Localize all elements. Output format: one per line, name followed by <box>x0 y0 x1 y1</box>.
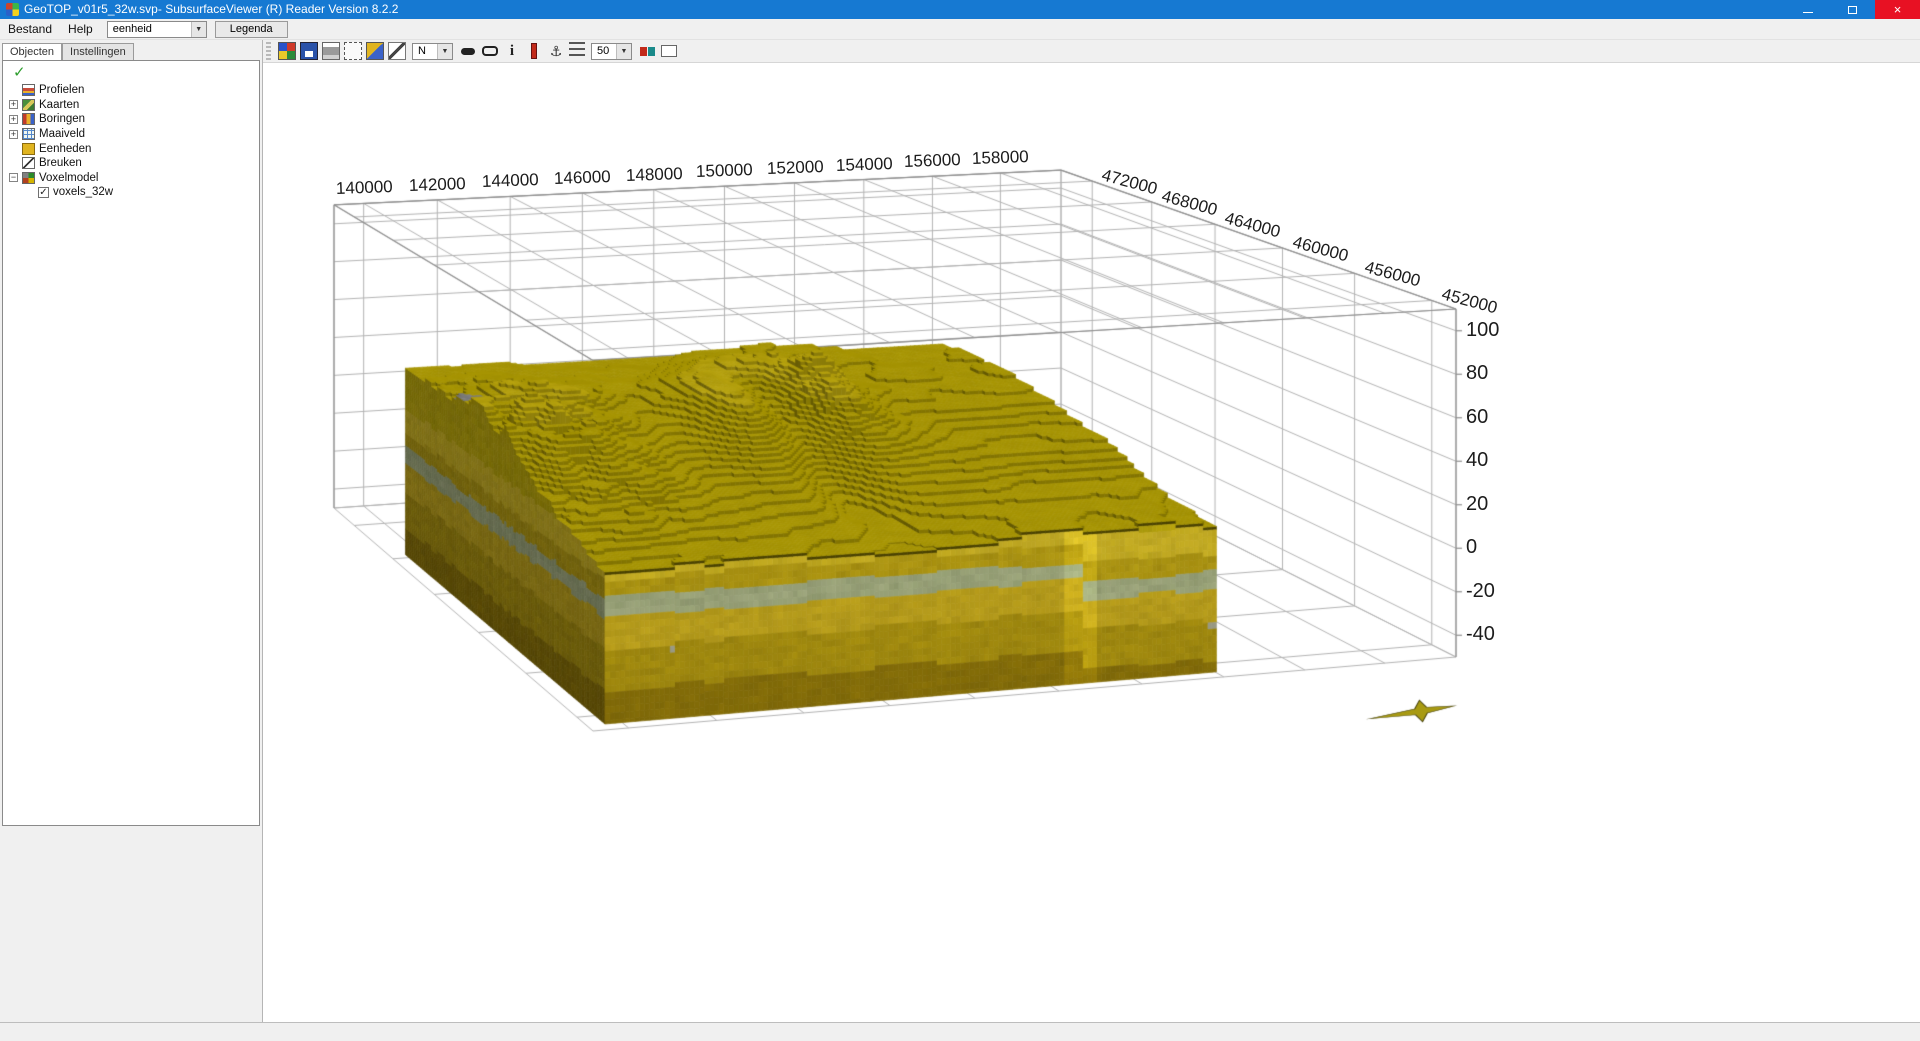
z-tick-label: 40 <box>1466 449 1488 472</box>
expander-icon[interactable]: + <box>9 115 18 124</box>
toolbar: N ▼ i⚓ 50 ▼ <box>263 40 1920 63</box>
z-tick-label: 60 <box>1466 406 1488 429</box>
x-tick-label: 152000 <box>766 157 823 179</box>
x-tick-label: 140000 <box>335 177 392 199</box>
voxel-3d-viewport[interactable] <box>263 63 1920 1022</box>
tree-item-maaiveld[interactable]: + Maaiveld <box>3 127 259 142</box>
sidebar-tabs: ObjectenInstellingen <box>0 40 262 60</box>
tree-item-eenheden[interactable]: Eenheden <box>3 141 259 156</box>
screenshot-icon[interactable] <box>344 42 362 60</box>
viewport: 140000 142000 144000 146000 148000 150000 1520… <box>263 63 1920 1022</box>
fault-icon <box>22 157 35 169</box>
root-check-icon: ✓ <box>3 63 259 83</box>
tree-item-profielen[interactable]: Profielen <box>3 83 259 98</box>
z-tick-label: 100 <box>1466 319 1499 342</box>
voxel-icon <box>22 172 35 184</box>
view-direction-value: N <box>413 45 437 57</box>
unit-dropdown-value: eenheid <box>108 23 157 35</box>
tab-instellingen[interactable]: Instellingen <box>62 43 134 60</box>
x-tick-label: 150000 <box>696 160 753 182</box>
status-bar <box>0 1022 1920 1041</box>
x-tick-label: 148000 <box>625 164 682 186</box>
tree-label: Profielen <box>39 84 84 96</box>
profile-icon <box>22 84 35 96</box>
scale-dropdown[interactable]: 50 ▼ <box>591 43 632 60</box>
toolbar-icons-mid: i⚓ <box>457 42 587 60</box>
z-tick-label: 20 <box>1466 493 1488 516</box>
unit-dropdown[interactable]: eenheid ▼ <box>107 21 207 38</box>
expander-icon[interactable]: + <box>9 130 18 139</box>
toolbar-drag-handle[interactable] <box>266 42 271 60</box>
x-tick-label: 156000 <box>904 150 961 172</box>
borehole-icon <box>22 113 35 125</box>
glasses-icon[interactable] <box>459 42 477 60</box>
tree-item-breuken[interactable]: Breuken <box>3 156 259 171</box>
close-button[interactable]: × <box>1875 0 1920 19</box>
units-icon <box>22 143 35 155</box>
minimize-icon <box>1803 12 1813 13</box>
anaglyph-3d-icon[interactable] <box>638 42 656 60</box>
chevron-down-icon: ▼ <box>437 44 452 59</box>
tree-item-voxels_32w[interactable]: ✓ voxels_32w <box>3 185 259 200</box>
tree-label: Breuken <box>39 157 82 169</box>
anchor-icon[interactable]: ⚓ <box>547 42 565 60</box>
slice-levels-icon[interactable] <box>569 42 585 56</box>
tree-label: voxels_32w <box>53 186 113 198</box>
scale-value: 50 <box>592 45 616 57</box>
maximize-button[interactable] <box>1830 0 1875 19</box>
map-icon <box>22 99 35 111</box>
window-title: GeoTOP_v01r5_32w.svp- SubsurfaceViewer (… <box>24 0 1785 19</box>
chevron-down-icon: ▼ <box>616 44 631 59</box>
expander-icon[interactable]: − <box>9 173 18 182</box>
legend-button[interactable]: Legenda <box>215 21 288 38</box>
app-icon <box>6 3 19 16</box>
menu-bar: Bestand Help eenheid ▼ Legenda <box>0 19 1920 40</box>
maximize-icon <box>1848 6 1857 14</box>
tree-item-kaarten[interactable]: + Kaarten <box>3 98 259 113</box>
screen-icon[interactable] <box>660 42 678 60</box>
tree-item-voxelmodel[interactable]: − Voxelmodel <box>3 171 259 186</box>
tree-label: Maaiveld <box>39 128 85 140</box>
tab-objecten[interactable]: Objecten <box>2 43 62 60</box>
menu-bestand[interactable]: Bestand <box>0 20 60 38</box>
chevron-down-icon: ▼ <box>191 22 206 37</box>
tree-label: Boringen <box>39 113 85 125</box>
z-tick-label: -40 <box>1466 623 1495 646</box>
z-tick-label: 0 <box>1466 536 1477 559</box>
toolbar-icons-right <box>636 42 680 60</box>
z-tick-label: 80 <box>1466 362 1488 385</box>
toolbar-icons-left <box>276 42 408 60</box>
sidebar: ObjectenInstellingen ✓ Profielen + Kaarten… <box>0 40 262 1022</box>
fill-color-icon[interactable] <box>366 42 384 60</box>
print-icon[interactable] <box>322 42 340 60</box>
x-tick-label: 146000 <box>554 167 611 189</box>
x-tick-label: 154000 <box>835 154 892 176</box>
z-tick-label: -20 <box>1466 580 1495 603</box>
info-icon[interactable]: i <box>503 42 521 60</box>
legend-palette-icon[interactable] <box>278 42 296 60</box>
expander-icon[interactable]: + <box>9 100 18 109</box>
x-tick-label: 158000 <box>972 147 1029 169</box>
x-tick-label: 142000 <box>409 174 466 196</box>
tree-label: Eenheden <box>39 143 91 155</box>
save-icon[interactable] <box>300 42 318 60</box>
tree-item-boringen[interactable]: + Boringen <box>3 112 259 127</box>
surface-grid-icon <box>22 128 35 140</box>
glasses-outline-icon[interactable] <box>481 42 499 60</box>
view-direction-dropdown[interactable]: N ▼ <box>412 43 453 60</box>
title-bar: GeoTOP_v01r5_32w.svp- SubsurfaceViewer (… <box>0 0 1920 19</box>
draw-line-icon[interactable] <box>388 42 406 60</box>
object-tree: Profielen + Kaarten + Boringen + Maaiveld Eenhe… <box>3 83 259 200</box>
tree-label: Voxelmodel <box>39 172 98 184</box>
tree-label: Kaarten <box>39 99 79 111</box>
x-tick-label: 144000 <box>482 170 539 192</box>
tree-panel: ✓ Profielen + Kaarten + Boringen + Maaiveld Een… <box>2 60 260 826</box>
vertical-exaggeration-icon[interactable] <box>525 42 543 60</box>
minimize-button[interactable] <box>1785 0 1830 19</box>
menu-help[interactable]: Help <box>60 20 101 38</box>
voxel-layer-checkbox[interactable]: ✓ <box>38 187 49 198</box>
